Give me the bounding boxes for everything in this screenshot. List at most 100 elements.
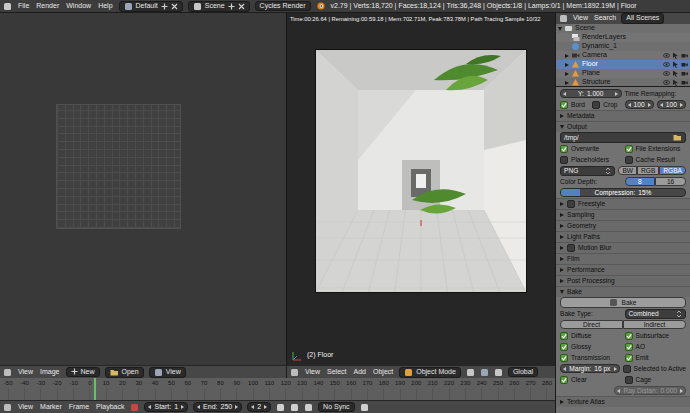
option-label[interactable]: Direct [583,321,600,328]
outliner-item[interactable]: Structure [556,78,690,87]
panel-title[interactable]: Bake [567,288,582,296]
panel-header[interactable]: Light Paths [556,231,690,242]
expand-toggle[interactable] [560,213,564,217]
panel-title[interactable]: Sampling [567,211,595,219]
item-label[interactable]: Floor [582,60,598,68]
expand-toggle[interactable] [560,202,564,206]
expand-toggle[interactable] [565,63,569,67]
dropdown[interactable]: PNG [560,166,615,176]
toggle-option[interactable]: Direct [560,320,623,329]
toggle-option[interactable]: RGBA [659,166,686,175]
checkbox-label[interactable]: AO [636,343,646,351]
checkbox-label[interactable]: Crop [603,101,617,109]
current-frame-field[interactable]: 2 [247,402,271,412]
expand-toggle[interactable] [560,224,564,228]
mode-label[interactable]: Object Mode [416,368,456,376]
expand-toggle[interactable] [560,114,564,118]
end-frame-field[interactable]: End:250 [193,402,242,412]
checkbox-label[interactable]: File Extensions [636,145,681,153]
panel-title[interactable]: Post Processing [567,277,615,285]
number-field[interactable]: 100 [657,100,686,110]
checkbox-label[interactable]: Overwrite [571,145,599,153]
panel-title[interactable]: Metadata [567,112,595,120]
layout-name[interactable]: Default [136,2,158,10]
orientation-label[interactable]: Global [513,368,533,376]
menu-item[interactable]: Add [353,368,367,376]
checkbox[interactable] [623,365,631,373]
engine-dropdown[interactable]: Cycles Render [255,1,311,11]
panel-title[interactable]: Performance [567,266,605,274]
dropdown-value[interactable]: PNG [564,167,578,175]
orientation-dropdown[interactable]: Global [508,367,538,377]
timeline-ruler[interactable]: -50-40-30-20-100102030405060708090100110… [0,378,555,400]
checkbox-label[interactable]: Cage [636,376,652,384]
checkbox[interactable] [560,101,568,109]
menu-item[interactable]: View [304,368,321,376]
expand-toggle[interactable] [565,54,569,58]
sync-dropdown[interactable]: No Sync [318,402,354,412]
menu-item[interactable]: Frame [68,403,90,411]
current-frame[interactable]: 2 [257,403,261,411]
checkbox-label[interactable]: Selected to Active [634,365,686,373]
image-canvas[interactable] [0,13,286,365]
toggle-option[interactable]: RGB [637,166,659,175]
checkbox[interactable] [567,200,575,208]
checkbox[interactable] [560,354,568,362]
expand-toggle[interactable] [560,279,564,283]
outliner-item[interactable]: Scene [556,24,690,33]
checkbox-label[interactable]: Placeholders [571,156,609,164]
item-label[interactable]: Structure [582,78,610,86]
menu-item[interactable]: Marker [39,403,63,411]
open-button[interactable]: Open [105,367,144,378]
outliner-item[interactable]: RenderLayers [556,33,690,42]
menu-item[interactable]: Render [35,2,60,10]
menu-item[interactable]: File [17,2,30,10]
outliner-item[interactable]: Dynamic_1 [556,42,690,51]
option-label[interactable]: 8 [638,178,642,185]
outliner-item[interactable]: Floor [556,60,690,69]
item-label[interactable]: Plane [582,69,600,77]
item-label[interactable]: Dynamic_1 [582,42,617,50]
checkbox-label[interactable]: Bord [571,101,585,109]
number-field[interactable]: Y:1.000 [560,89,622,99]
expand-toggle[interactable] [565,72,569,76]
field-value[interactable]: 100 [634,101,645,109]
engine-name[interactable]: Cycles Render [260,2,306,10]
field-value[interactable]: 250 [221,403,233,411]
checkbox[interactable] [560,332,568,340]
panel-header[interactable]: Output [556,121,690,132]
panel-header[interactable]: Geometry [556,220,690,231]
toggle-option[interactable]: Indirect [623,320,686,329]
menu-item[interactable]: View [17,368,34,376]
expand-toggle[interactable] [560,246,564,250]
expand-toggle[interactable] [560,290,564,294]
checkbox[interactable] [625,332,633,340]
checkbox-label[interactable]: Transmission [571,354,610,362]
menu-item[interactable]: Window [65,2,92,10]
checkbox[interactable] [625,343,633,351]
checkbox[interactable] [560,145,568,153]
mode-dropdown[interactable]: Object Mode [399,367,461,378]
playhead[interactable] [94,378,96,400]
panel-header[interactable]: Post Processing [556,275,690,286]
layout-dropdown[interactable]: Default [119,1,183,12]
checkbox[interactable] [560,156,568,164]
dropdown-value[interactable]: Combined [629,310,659,318]
panel-header[interactable]: Sampling [556,209,690,220]
sync-label[interactable]: No Sync [323,403,349,411]
checkbox[interactable] [567,244,575,252]
panel-header[interactable]: Film [556,253,690,264]
menu-item[interactable]: View [572,14,589,22]
menu-item[interactable]: Help [97,2,113,10]
panel-title[interactable]: Texture Atlas [567,398,605,406]
option-label[interactable]: 16 [667,178,674,185]
checkbox[interactable] [592,101,600,109]
checkbox-label[interactable]: Diffuse [571,332,591,340]
field-value[interactable]: 1.000 [587,90,604,98]
option-label[interactable]: BW [622,167,633,174]
option-label[interactable]: RGBA [663,167,682,174]
view-dropdown[interactable]: View [149,367,186,378]
field-value[interactable]: 1 [174,403,178,411]
checkbox[interactable] [560,376,568,384]
panel-header[interactable]: Freestyle [556,198,690,209]
